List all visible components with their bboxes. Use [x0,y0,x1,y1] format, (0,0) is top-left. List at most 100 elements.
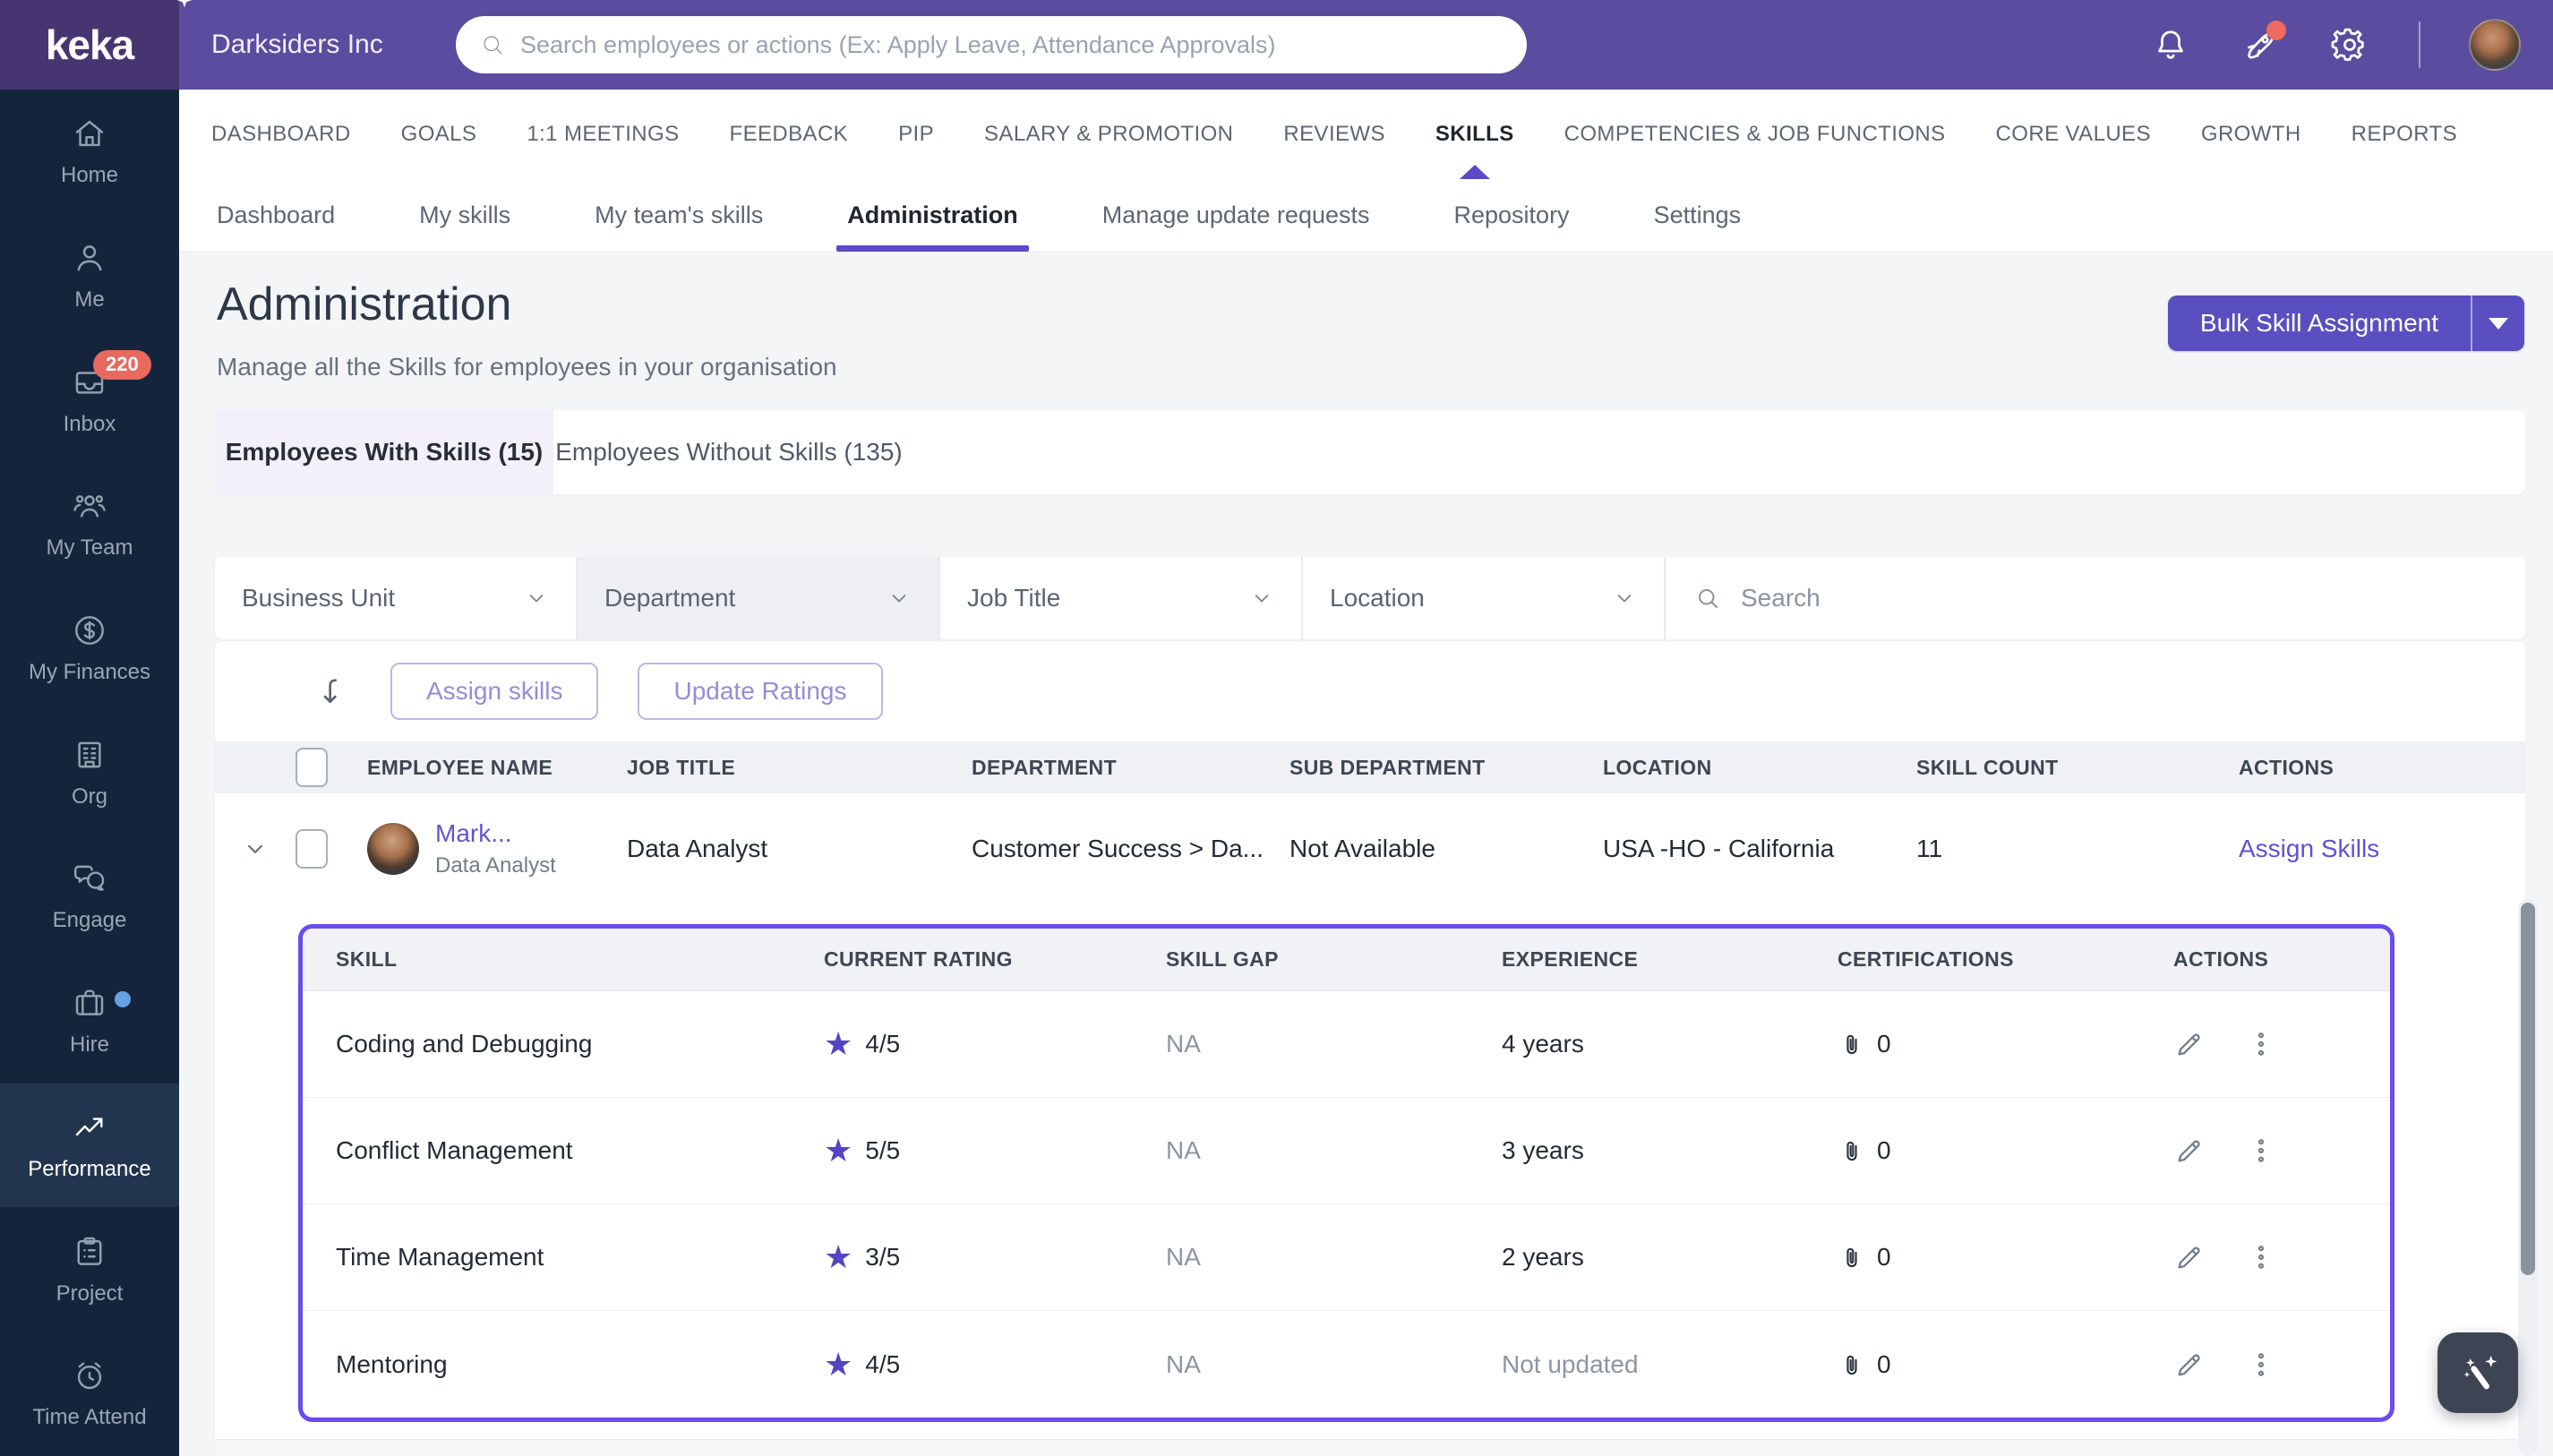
rating-value: 4/5 [865,1030,901,1058]
table-search-input[interactable] [1741,584,2525,612]
cell-job-title: Data Analyst [627,835,768,862]
sidebar-item-my-finances[interactable]: My Finances [0,587,179,711]
assign-skills-link[interactable]: Assign Skills [2185,835,2525,863]
rating-value: 3/5 [865,1243,901,1271]
alarm-icon [77,1362,102,1390]
global-search-input[interactable] [520,30,1504,59]
subtab-my-teams-skills[interactable]: My team's skills [595,179,763,252]
sidebar-item-my-team[interactable]: My Team [0,462,179,587]
scrollbar-track[interactable] [2518,899,2538,1456]
kebab-menu-icon[interactable] [2245,1349,2277,1381]
cell-skill-count: 11 [1916,835,1943,862]
user-avatar[interactable] [2469,19,2521,71]
tab-dashboard[interactable]: DASHBOARD [211,90,351,179]
skills-table-header: SKILL CURRENT RATING SKILL GAP EXPERIENC… [303,929,2390,991]
subtab-my-skills[interactable]: My skills [419,179,510,252]
cell-department: Customer Success > Da... [972,835,1264,862]
sparkle-icon [176,0,193,8]
magic-wand-button[interactable] [2437,1332,2518,1413]
subtab-administration[interactable]: Administration [836,179,1029,252]
row-expander-chevron-icon[interactable] [215,835,296,862]
filter-bar: Business Unit Department Job Title Locat… [215,557,2525,639]
sidebar-item-org[interactable]: Org [0,710,179,835]
sidebar-item-home[interactable]: Home [0,90,179,214]
sidebar-item-project[interactable]: Project [0,1207,179,1332]
row-checkbox[interactable] [296,829,328,869]
filter-job-title[interactable]: Job Title [940,557,1303,639]
rating-cell: ★ 4/5 [824,1348,1166,1381]
employee-avatar[interactable] [367,823,419,875]
sidebar-item-engage[interactable]: Engage [0,835,179,959]
employee-name-link[interactable]: Mark... [435,819,556,848]
keka-logo[interactable]: keka [0,0,193,90]
tab-competencies-job-functions[interactable]: COMPETENCIES & JOB FUNCTIONS [1564,90,1946,179]
edit-pencil-icon[interactable] [2173,1135,2206,1167]
assign-skills-button[interactable]: Assign skills [390,663,599,720]
tab-feedback[interactable]: FEEDBACK [730,90,849,179]
global-search[interactable] [456,16,1527,73]
bulk-skill-assignment-dropdown[interactable] [2471,295,2524,351]
skill-row: Coding and Debugging ★ 4/5 NA 4 years 0 [303,991,2390,1098]
edit-pencil-icon[interactable] [2173,1349,2206,1381]
page-subtitle: Manage all the Skills for employees in y… [217,353,837,381]
tab-pip[interactable]: PIP [898,90,934,179]
bulk-skill-assignment-button[interactable]: Bulk Skill Assignment [2167,295,2524,351]
filter-department[interactable]: Department [578,557,940,639]
scrollbar-thumb[interactable] [2521,903,2535,1275]
inbox-count-badge: 220 [93,350,151,380]
table-search[interactable] [1666,557,2525,639]
sidebar-item-label: Performance [28,1156,151,1181]
subtab-settings[interactable]: Settings [1654,179,1742,252]
sidebar-item-me[interactable]: Me [0,214,179,338]
keka-logo-text: keka [45,21,134,68]
tab-employees-without-skills[interactable]: Employees Without Skills (135) [553,410,904,494]
rating-value: 5/5 [865,1136,901,1164]
edit-pencil-icon[interactable] [2173,1028,2206,1060]
subtab-dashboard[interactable]: Dashboard [217,179,335,252]
filter-location[interactable]: Location [1303,557,1666,639]
filter-business-unit[interactable]: Business Unit [215,557,578,639]
star-icon: ★ [824,1025,853,1062]
sidebar-item-label: Project [56,1280,124,1306]
col-department: DEPARTMENT [972,755,1118,779]
tab-goals[interactable]: GOALS [401,90,477,179]
sidebar-item-hire[interactable]: Hire [0,959,179,1083]
skill-gap: NA [1166,1349,1201,1378]
sidebar-item-label: My Team [46,535,133,561]
edit-pencil-icon[interactable] [2173,1241,2206,1273]
tab-employees-with-skills[interactable]: Employees With Skills (15) [215,410,553,494]
sidebar-item-label: Org [71,784,107,809]
sort-arrow-icon[interactable] [315,673,351,709]
sidebar-item-time-attend[interactable]: Time Attend [0,1332,179,1456]
kebab-menu-icon[interactable] [2245,1241,2277,1273]
rocket-icon[interactable] [2240,21,2286,65]
skill-name: Conflict Management [336,1136,573,1164]
sidebar-item-inbox[interactable]: 220 Inbox [0,338,179,462]
select-all-checkbox[interactable] [296,748,328,787]
kebab-menu-icon[interactable] [2245,1135,2277,1167]
tab-reviews[interactable]: REVIEWS [1283,90,1384,179]
gear-icon[interactable] [2329,24,2370,65]
sidebar-item-label: Inbox [63,411,116,436]
subtab-manage-update-requests[interactable]: Manage update requests [1102,179,1370,252]
certifications-count: 0 [1877,1349,1891,1378]
dollar-icon [75,616,104,646]
chevron-down-icon [1255,595,1269,603]
sidebar-item-label: Hire [69,1032,109,1058]
tab-growth[interactable]: GROWTH [2201,90,2301,179]
next-row-edge [215,1439,2525,1456]
tab-skills[interactable]: SKILLS [1435,90,1514,179]
tab-1-1-meetings[interactable]: 1:1 MEETINGS [527,90,679,179]
col-skill: SKILL [336,947,398,971]
tab-core-values[interactable]: CORE VALUES [1996,90,2151,179]
rating-cell: ★ 3/5 [824,1241,1166,1273]
notifications-bell-icon[interactable] [2150,24,2191,65]
tab-reports[interactable]: REPORTS [2352,90,2457,179]
update-ratings-button[interactable]: Update Ratings [638,663,883,720]
filter-label: Job Title [967,584,1061,612]
tab-salary-promotion[interactable]: SALARY & PROMOTION [984,90,1233,179]
sidebar-item-performance[interactable]: Performance [0,1083,179,1208]
kebab-menu-icon[interactable] [2245,1028,2277,1060]
subtab-repository[interactable]: Repository [1454,179,1570,252]
col-current-rating: CURRENT RATING [824,947,1013,971]
